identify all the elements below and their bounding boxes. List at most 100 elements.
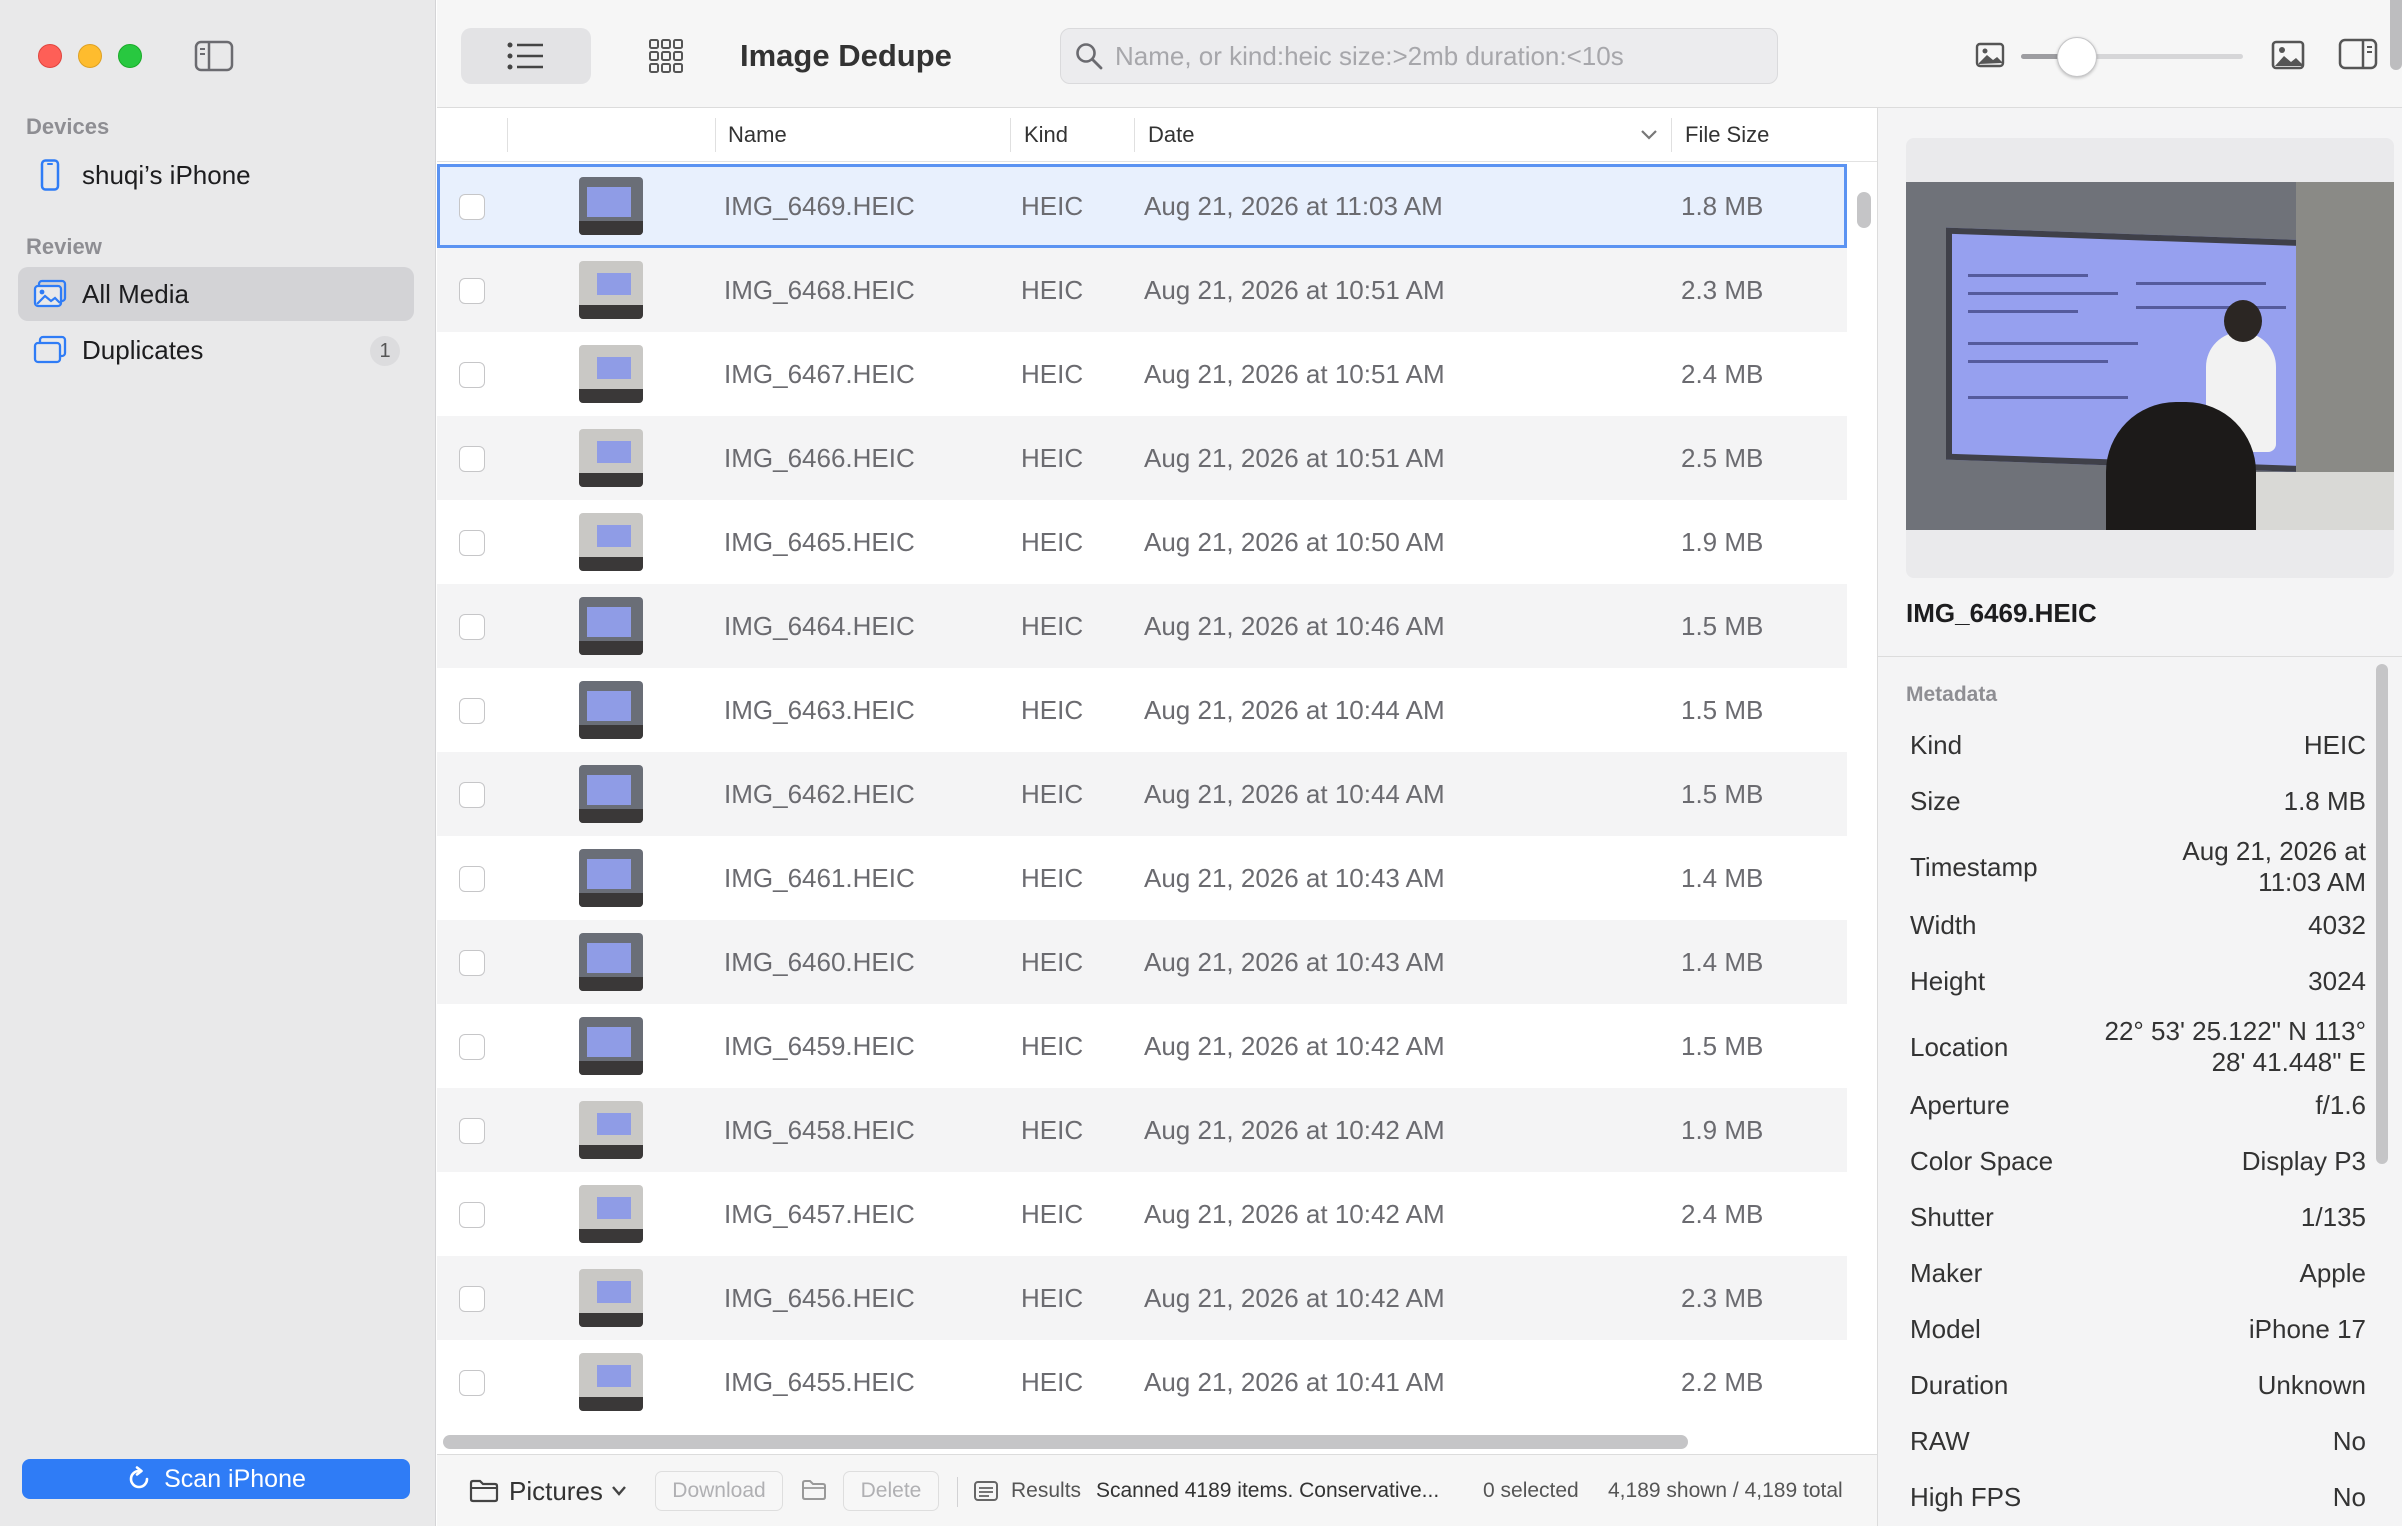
table-row[interactable]: IMG_6465.HEIC HEIC Aug 21, 2026 at 10:50 A…	[437, 500, 1847, 584]
row-checkbox[interactable]	[459, 1034, 485, 1060]
table-row[interactable]: IMG_6460.HEIC HEIC Aug 21, 2026 at 10:43 A…	[437, 920, 1847, 1004]
small-image-icon[interactable]	[1975, 42, 2005, 73]
preview-filename: IMG_6469.HEIC	[1906, 598, 2097, 628]
table-row[interactable]: IMG_6458.HEIC HEIC Aug 21, 2026 at 10:42 A…	[437, 1088, 1847, 1172]
row-size: 1.4 MB	[1681, 863, 1764, 893]
metadata-key: RAW	[1910, 1426, 1970, 1456]
column-header-name[interactable]: Name	[728, 122, 787, 148]
row-size: 1.5 MB	[1681, 1031, 1764, 1061]
column-header-file-size[interactable]: File Size	[1685, 122, 1769, 148]
row-date: Aug 21, 2026 at 10:51 AM	[1144, 443, 1445, 473]
row-checkbox[interactable]	[459, 1286, 485, 1312]
table-row[interactable]: IMG_6462.HEIC HEIC Aug 21, 2026 at 10:44 A…	[437, 752, 1847, 836]
zoom-window-button[interactable]	[118, 44, 142, 68]
grid-view-button[interactable]	[631, 28, 701, 84]
sidebar-item-all-media[interactable]: All Media	[18, 267, 414, 321]
metadata-key: Timestamp	[1910, 852, 2038, 882]
table-row[interactable]: IMG_6459.HEIC HEIC Aug 21, 2026 at 10:42 A…	[437, 1004, 1847, 1088]
row-checkbox[interactable]	[459, 1370, 485, 1396]
table-row[interactable]: IMG_6461.HEIC HEIC Aug 21, 2026 at 10:43 A…	[437, 836, 1847, 920]
folder-name: Pictures	[509, 1475, 603, 1506]
metadata-row: Model iPhone 17	[1910, 1314, 2366, 1346]
search-field[interactable]	[1060, 28, 1778, 84]
row-size: 1.5 MB	[1681, 779, 1764, 809]
row-checkbox[interactable]	[459, 950, 485, 976]
row-name: IMG_6456.HEIC	[724, 1283, 915, 1313]
metadata-value: 3024	[2308, 966, 2366, 996]
metadata-key: Duration	[1910, 1370, 2009, 1400]
horizontal-scrollbar[interactable]	[443, 1435, 1688, 1449]
row-checkbox[interactable]	[459, 614, 485, 640]
metadata-key: Size	[1910, 786, 1961, 816]
row-checkbox[interactable]	[459, 698, 485, 724]
results-label: Results	[1011, 1479, 1082, 1502]
metadata-key: Model	[1910, 1314, 1981, 1344]
delete-button[interactable]: Delete	[843, 1471, 939, 1511]
inspector-scrollbar[interactable]	[2376, 664, 2388, 1164]
row-checkbox[interactable]	[459, 362, 485, 388]
close-window-button[interactable]	[38, 44, 62, 68]
metadata-key: High FPS	[1910, 1482, 2022, 1512]
row-checkbox[interactable]	[459, 530, 485, 556]
column-separator	[1671, 118, 1672, 152]
sidebar-item-device[interactable]: shuqi’s iPhone	[18, 148, 414, 202]
row-date: Aug 21, 2026 at 10:43 AM	[1144, 947, 1445, 977]
list-view-button[interactable]	[461, 28, 591, 84]
metadata-value: No	[2332, 1482, 2366, 1512]
large-image-icon[interactable]	[2271, 40, 2305, 75]
row-thumbnail	[579, 261, 643, 319]
sidebar-toggle-icon[interactable]	[194, 40, 234, 72]
window-edge-scrollbar	[2390, 0, 2402, 70]
table-row[interactable]: IMG_6457.HEIC HEIC Aug 21, 2026 at 10:42 A…	[437, 1172, 1847, 1256]
row-thumbnail	[579, 429, 643, 487]
search-input[interactable]	[1115, 40, 1755, 72]
table-row[interactable]: IMG_6464.HEIC HEIC Aug 21, 2026 at 10:46 A…	[437, 584, 1847, 668]
scan-iphone-button[interactable]: Scan iPhone	[22, 1459, 410, 1499]
bottom-bar: Pictures Download Delete Results Scanned…	[437, 1454, 1877, 1526]
column-separator	[1010, 118, 1011, 152]
row-size: 1.5 MB	[1681, 611, 1764, 641]
row-checkbox[interactable]	[459, 1202, 485, 1228]
row-checkbox[interactable]	[459, 866, 485, 892]
row-date: Aug 21, 2026 at 10:44 AM	[1144, 695, 1445, 725]
table-row[interactable]: IMG_6469.HEIC HEIC Aug 21, 2026 at 11:03 A…	[437, 164, 1847, 248]
column-separator	[507, 118, 508, 152]
column-header-kind[interactable]: Kind	[1024, 122, 1068, 148]
table-row[interactable]: IMG_6463.HEIC HEIC Aug 21, 2026 at 10:44 A…	[437, 668, 1847, 752]
minimize-window-button[interactable]	[78, 44, 102, 68]
duplicates-icon	[32, 332, 68, 368]
selected-count: 0 selected	[1483, 1479, 1579, 1502]
folder-icon[interactable]	[801, 1479, 827, 1506]
row-kind: HEIC	[1021, 1031, 1084, 1061]
sort-chevron-down-icon[interactable]	[1640, 128, 1658, 146]
metadata-key: Height	[1910, 966, 1986, 996]
row-checkbox[interactable]	[459, 782, 485, 808]
divider	[957, 1477, 958, 1507]
table-row[interactable]: IMG_6467.HEIC HEIC Aug 21, 2026 at 10:51 A…	[437, 332, 1847, 416]
row-size: 2.4 MB	[1681, 1199, 1764, 1229]
row-name: IMG_6464.HEIC	[724, 611, 915, 641]
column-header-date[interactable]: Date	[1148, 122, 1194, 148]
download-button[interactable]: Download	[655, 1471, 783, 1511]
sidebar-item-duplicates[interactable]: Duplicates 1	[18, 323, 414, 377]
row-name: IMG_6462.HEIC	[724, 779, 915, 809]
table-row[interactable]: IMG_6466.HEIC HEIC Aug 21, 2026 at 10:51 A…	[437, 416, 1847, 500]
inspector-toggle-icon[interactable]	[2338, 38, 2378, 75]
row-kind: HEIC	[1021, 275, 1084, 305]
table-row[interactable]: IMG_6455.HEIC HEIC Aug 21, 2026 at 10:41 A…	[437, 1340, 1847, 1424]
vertical-scrollbar[interactable]	[1857, 192, 1871, 228]
table-row[interactable]: IMG_6456.HEIC HEIC Aug 21, 2026 at 10:42 A…	[437, 1256, 1847, 1340]
thumbnail-size-slider-knob[interactable]	[2056, 37, 2097, 77]
metadata-value: iPhone 17	[2248, 1314, 2366, 1344]
row-checkbox[interactable]	[459, 446, 485, 472]
folder-picker[interactable]: Pictures	[469, 1455, 627, 1526]
row-name: IMG_6463.HEIC	[724, 695, 915, 725]
thumbnail-size-slider[interactable]	[2021, 54, 2243, 59]
row-checkbox[interactable]	[459, 194, 485, 220]
row-checkbox[interactable]	[459, 278, 485, 304]
row-kind: HEIC	[1021, 359, 1084, 389]
metadata-value: Aug 21, 2026 at 11:03 AM	[2182, 836, 2366, 897]
row-size: 1.9 MB	[1681, 1115, 1764, 1145]
table-row[interactable]: IMG_6468.HEIC HEIC Aug 21, 2026 at 10:51 A…	[437, 248, 1847, 332]
row-checkbox[interactable]	[459, 1118, 485, 1144]
